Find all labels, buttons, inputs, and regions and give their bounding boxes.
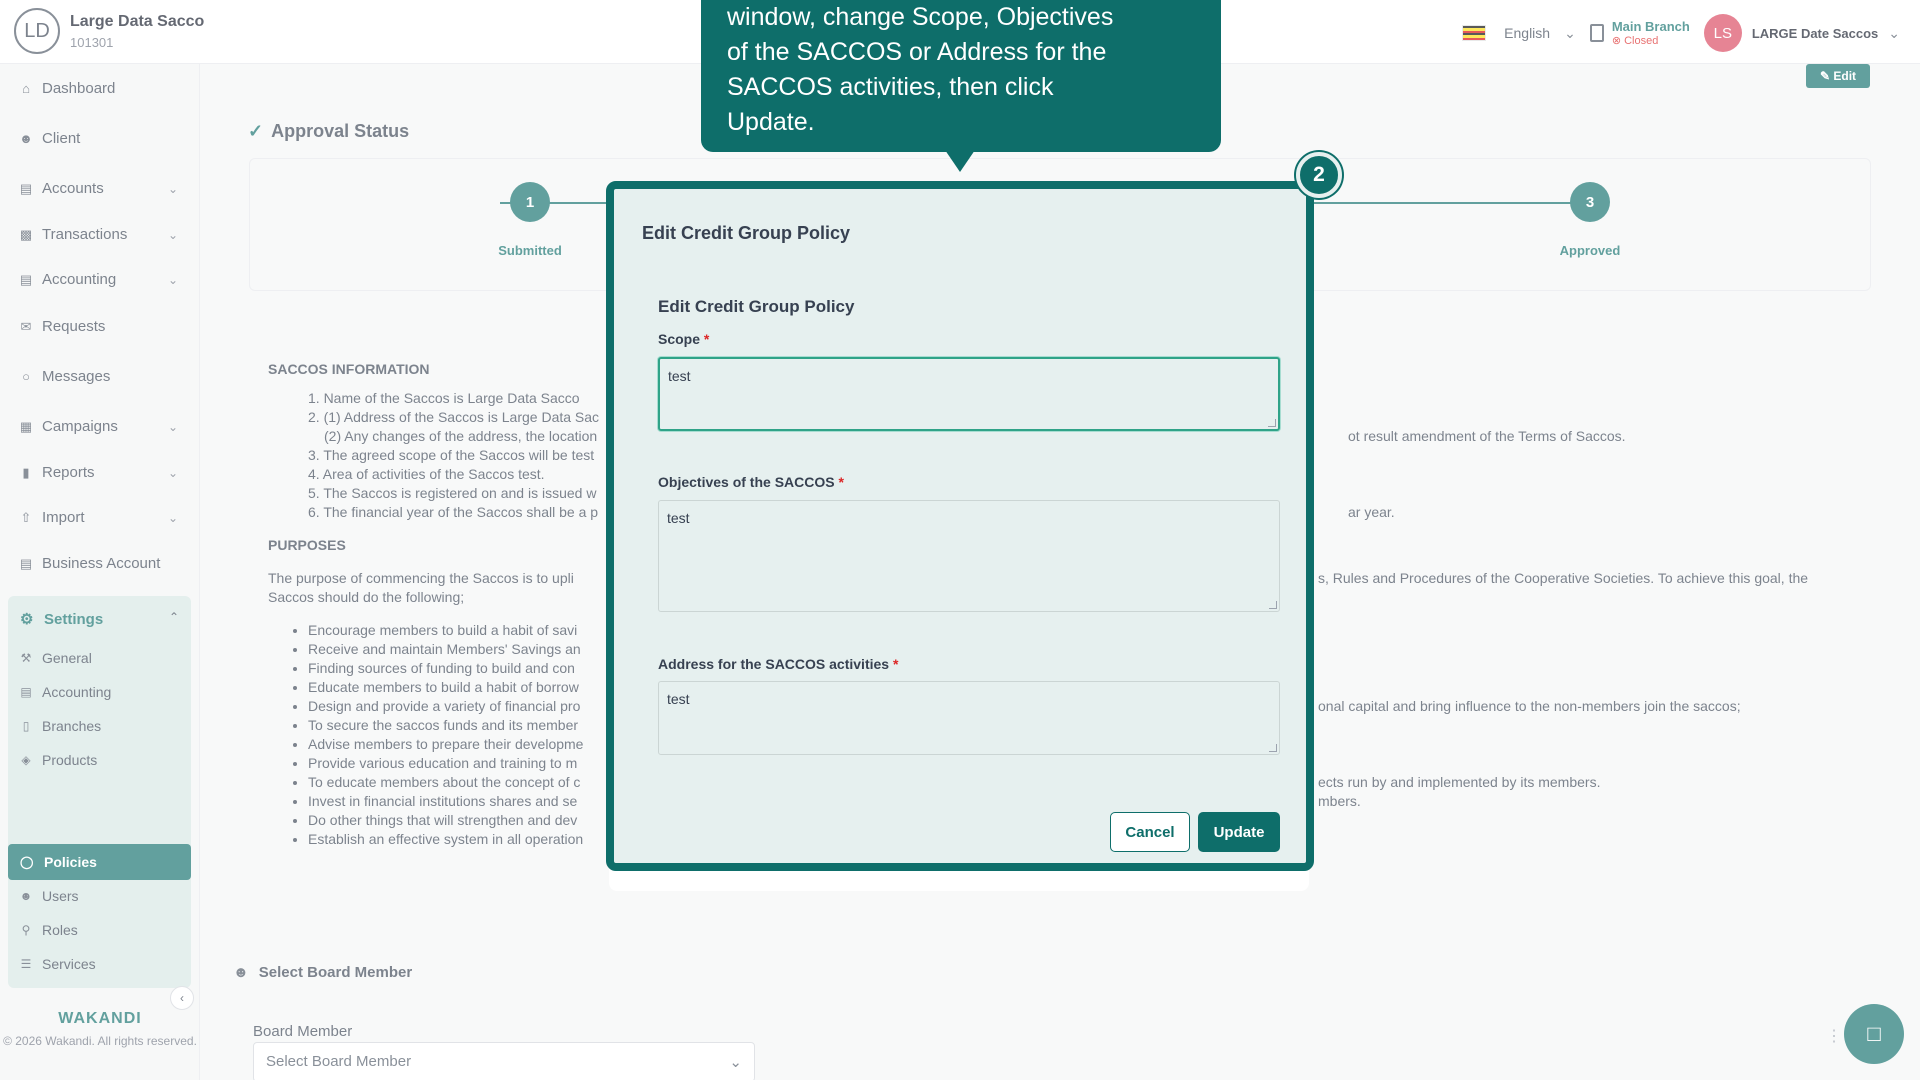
scope-label: Scope * — [658, 331, 710, 347]
modal-subtitle: Edit Credit Group Policy — [658, 297, 855, 316]
resize-handle-icon[interactable] — [1268, 419, 1276, 427]
address-label: Address for the SACCOS activities * — [658, 656, 899, 672]
address-field[interactable]: test — [658, 681, 1280, 755]
guide-step-badge: 2 — [1296, 152, 1342, 198]
resize-handle-icon[interactable] — [1269, 601, 1277, 609]
objectives-label: Objectives of the SACCOS * — [658, 474, 844, 490]
tooltip-arrow — [945, 150, 975, 172]
scope-field[interactable]: test — [658, 357, 1280, 431]
update-button[interactable]: Update — [1198, 812, 1280, 852]
resize-handle-icon[interactable] — [1269, 744, 1277, 752]
edit-policy-modal: Edit Credit Group Policy Edit Credit Gro… — [606, 181, 1314, 871]
objectives-field[interactable]: test — [658, 500, 1280, 612]
guide-tooltip: window, change Scope, Objectives of the … — [701, 0, 1221, 152]
cancel-button[interactable]: Cancel — [1110, 812, 1190, 852]
modal-title: Edit Credit Group Policy — [642, 223, 851, 243]
